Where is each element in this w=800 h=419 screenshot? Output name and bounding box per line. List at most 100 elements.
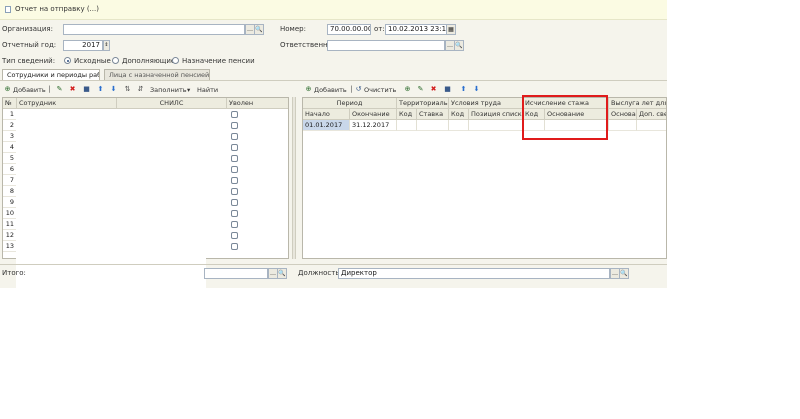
row-number: 2: [3, 120, 17, 131]
dismissed-checkbox[interactable]: [231, 122, 238, 129]
col-long-service-basis-header[interactable]: Основание: [609, 109, 637, 120]
signer-open-button[interactable]: 🔍: [619, 268, 629, 279]
col-rate-header[interactable]: Ставка: [417, 109, 449, 120]
right-separator-icon: |: [350, 85, 353, 93]
col-employee-header[interactable]: Сотрудник: [17, 98, 117, 109]
number-field[interactable]: 70.00.00.00: [327, 24, 371, 35]
dismissed-checkbox[interactable]: [231, 210, 238, 217]
tab-employees-periods[interactable]: Сотрудники и периоды работы: [2, 69, 100, 80]
right-add-button[interactable]: Добавить: [314, 86, 347, 94]
rate-cell[interactable]: [417, 120, 449, 131]
delete-icon[interactable]: ✖: [69, 86, 76, 93]
tab-pensioners[interactable]: Лица с назначенной пенсией: [104, 69, 210, 80]
total-field[interactable]: [204, 268, 268, 279]
organization-field[interactable]: [63, 24, 245, 35]
right-edit-icon[interactable]: ✎: [417, 86, 424, 93]
tab-divider: [0, 80, 667, 81]
move-down-icon[interactable]: ⬇: [110, 86, 117, 93]
row-number: 3: [3, 131, 17, 142]
dropdown-arrow-icon[interactable]: ▾: [187, 86, 190, 94]
dismissed-checkbox[interactable]: [231, 232, 238, 239]
col-territorial-code-header[interactable]: Код: [397, 109, 417, 120]
panel-splitter[interactable]: [292, 97, 296, 259]
dismissed-checkbox[interactable]: [231, 188, 238, 195]
row-number: 6: [3, 164, 17, 175]
separator-icon: |: [48, 85, 51, 93]
col-end-header[interactable]: Окончание: [350, 109, 397, 120]
dismissed-checkbox[interactable]: [231, 177, 238, 184]
type-radio-initial[interactable]: [64, 57, 71, 64]
extra-info-cell[interactable]: [637, 120, 666, 131]
row-number: 8: [3, 186, 17, 197]
row-number: 9: [3, 197, 17, 208]
type-radio-pension[interactable]: [172, 57, 179, 64]
list-position-cell[interactable]: [469, 120, 523, 131]
type-option-supplementary: Дополняющие: [122, 57, 176, 65]
group-long-service-header[interactable]: Выслуга лет для досрочного назначения: [609, 98, 666, 109]
dismissed-checkbox[interactable]: [231, 221, 238, 228]
territorial-code-cell[interactable]: [397, 120, 417, 131]
year-field[interactable]: 2017: [63, 40, 103, 51]
col-extra-info-header[interactable]: Доп. сведения: [637, 109, 666, 120]
signer-field[interactable]: Директор: [338, 268, 610, 279]
total-open-button[interactable]: 🔍: [277, 268, 287, 279]
organization-label: Организация:: [2, 25, 53, 33]
dismissed-checkbox[interactable]: [231, 243, 238, 250]
dismissed-checkbox[interactable]: [231, 155, 238, 162]
group-period-header[interactable]: Период: [303, 98, 397, 109]
type-radio-supplementary[interactable]: [112, 57, 119, 64]
row-number: 12: [3, 230, 17, 241]
type-label: Тип сведений:: [2, 57, 56, 65]
conditions-code-cell[interactable]: [449, 120, 469, 131]
sort-desc-icon[interactable]: ⇵: [137, 86, 144, 93]
dismissed-checkbox[interactable]: [231, 166, 238, 173]
col-number-header[interactable]: №: [3, 98, 17, 109]
dismissed-checkbox[interactable]: [231, 144, 238, 151]
col-list-position-header[interactable]: Позиция списка: [469, 109, 523, 120]
left-add-button[interactable]: Добавить: [13, 86, 46, 94]
responsible-open-button[interactable]: 🔍: [454, 40, 464, 51]
dismissed-checkbox[interactable]: [231, 111, 238, 118]
date-from-label: от:: [374, 25, 385, 33]
right-copy-icon[interactable]: ■: [444, 86, 451, 93]
window-title: Отчет на отправку (...): [15, 5, 99, 13]
right-delete-icon[interactable]: ✖: [430, 86, 437, 93]
add-icon[interactable]: ⊕: [4, 86, 11, 93]
period-end-cell[interactable]: 31.12.2017: [350, 120, 397, 131]
fill-button[interactable]: Заполнить: [150, 86, 187, 94]
right-add-copy-icon[interactable]: ⊕: [404, 86, 411, 93]
clear-button[interactable]: Очистить: [364, 86, 396, 94]
signer-label: Должность:: [298, 269, 342, 277]
right-move-up-icon[interactable]: ⬆: [460, 86, 467, 93]
move-up-icon[interactable]: ⬆: [97, 86, 104, 93]
col-snils-header[interactable]: СНИЛС: [117, 98, 227, 109]
period-start-cell[interactable]: 01.01.2017: [303, 120, 350, 131]
periods-table: Период Территориальные условия Условия т…: [302, 97, 667, 259]
total-label: Итого:: [2, 269, 26, 277]
right-move-down-icon[interactable]: ⬇: [473, 86, 480, 93]
find-button[interactable]: Найти: [197, 86, 218, 94]
date-field[interactable]: 10.02.2013 23:19:19: [385, 24, 447, 35]
col-dismissed-header[interactable]: Уволен: [227, 98, 288, 109]
calendar-icon[interactable]: ▦: [446, 24, 456, 35]
row-number: 13: [3, 241, 17, 252]
type-option-pension: Назначение пенсии: [182, 57, 255, 65]
dismissed-checkbox[interactable]: [231, 133, 238, 140]
organization-open-button[interactable]: 🔍: [254, 24, 264, 35]
year-spinner[interactable]: ⇕: [103, 40, 110, 51]
right-add-icon[interactable]: ⊕: [305, 86, 312, 93]
col-start-header[interactable]: Начало: [303, 109, 350, 120]
sort-icon[interactable]: ⇅: [124, 86, 131, 93]
year-label: Отчетный год:: [2, 41, 57, 49]
group-territorial-header[interactable]: Территориальные условия: [397, 98, 449, 109]
document-icon: [5, 6, 11, 13]
long-service-basis-cell[interactable]: [609, 120, 637, 131]
dismissed-checkbox[interactable]: [231, 199, 238, 206]
edit-icon[interactable]: ✎: [56, 86, 63, 93]
col-conditions-code-header[interactable]: Код: [449, 109, 469, 120]
copy-icon[interactable]: ■: [83, 86, 90, 93]
responsible-field[interactable]: [327, 40, 445, 51]
row-number: 7: [3, 175, 17, 186]
clear-icon[interactable]: ↺: [355, 86, 362, 93]
group-work-conditions-header[interactable]: Условия труда: [449, 98, 523, 109]
